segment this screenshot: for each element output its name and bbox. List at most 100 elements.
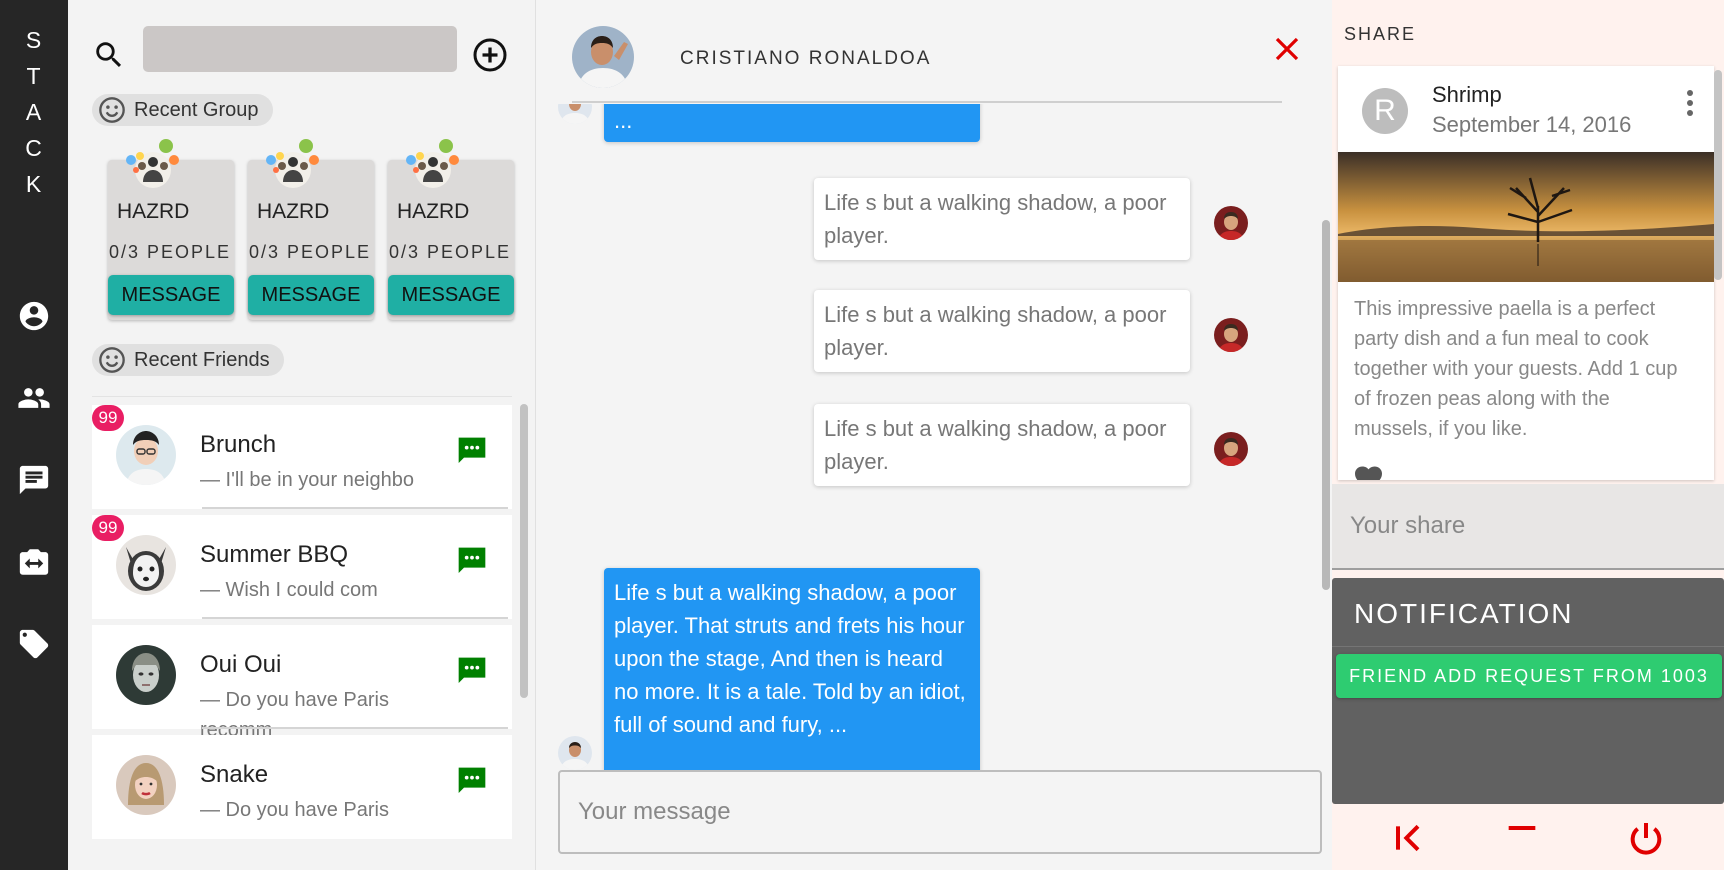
- share-heading: SHARE: [1344, 24, 1417, 44]
- recent-group-chip: Recent Group: [92, 94, 273, 126]
- brand-letter: A: [25, 99, 43, 125]
- group-message-button[interactable]: MESSAGE: [248, 275, 374, 315]
- friend-name: Snake: [200, 761, 269, 788]
- share-scrollbar[interactable]: [1714, 70, 1722, 280]
- brand-logo: S T A C K: [0, 22, 68, 202]
- friend-list: Brunch — I'll be in your neighbo 99 Summ…: [92, 396, 512, 870]
- chat-bubble-icon[interactable]: [456, 655, 488, 687]
- message-bubble-outgoing: ...: [604, 104, 980, 142]
- group-name: HAZRD: [257, 200, 330, 223]
- group-card: HAZRD 0/3 PEOPLE MESSAGE: [388, 139, 514, 320]
- chat-bubble-icon[interactable]: [456, 435, 488, 467]
- recent-friends-label: Recent Friends: [134, 348, 270, 371]
- friend-item-snake[interactable]: Snake — Do you have Paris: [92, 735, 512, 839]
- friend-list-scrollbar[interactable]: [520, 404, 528, 698]
- nav-messages[interactable]: [0, 452, 68, 508]
- camera-switch-icon: [19, 549, 49, 575]
- message-input[interactable]: [558, 770, 1322, 854]
- group-card: HAZRD 0/3 PEOPLE MESSAGE: [108, 139, 234, 320]
- group-count: 0/3 PEOPLE: [249, 242, 372, 262]
- post-card: R Shrimp September 14, 2016 This impress…: [1338, 66, 1714, 480]
- post-body: This impressive paella is a perfect part…: [1354, 298, 1678, 440]
- group-chat-icon: [126, 139, 179, 188]
- friend-name: Summer BBQ: [200, 541, 349, 568]
- recent-group-label: Recent Group: [134, 98, 259, 121]
- nav-account[interactable]: [0, 288, 68, 344]
- close-icon[interactable]: [1272, 34, 1302, 64]
- post-image: [1338, 152, 1714, 282]
- chat-bubble-icon[interactable]: [456, 545, 488, 577]
- message-bubble-incoming: Life s but a walking shadow, a poor play…: [814, 290, 1190, 372]
- add-circle-icon[interactable]: [472, 37, 508, 73]
- friend-last-message: — Wish I could com: [200, 579, 378, 601]
- contact-avatar[interactable]: [572, 26, 634, 88]
- sender-avatar: [558, 104, 592, 124]
- message-bubble-incoming: Life s but a walking shadow, a poor play…: [814, 178, 1190, 260]
- search-icon[interactable]: [92, 38, 126, 72]
- nav-camera[interactable]: [0, 534, 68, 590]
- friend-last-message: — Do you have Paris: [200, 799, 389, 821]
- receiver-avatar: [1214, 432, 1248, 466]
- group-card: HAZRD 0/3 PEOPLE MESSAGE: [248, 139, 374, 320]
- share-panel: SHARE R Shrimp September 14, 2016 This i…: [1332, 0, 1724, 870]
- smiley-icon: [99, 97, 125, 123]
- friend-item-summer-bbq[interactable]: Summer BBQ — Wish I could com: [92, 515, 512, 619]
- post-author: Shrimp: [1432, 82, 1502, 107]
- nav-friends[interactable]: [0, 370, 68, 426]
- search-input[interactable]: [143, 26, 457, 72]
- avatar: [116, 425, 176, 485]
- chat-title: CRISTIANO RONALDOA: [680, 48, 932, 69]
- friend-name: Oui Oui: [200, 651, 282, 678]
- friend-request-button[interactable]: FRIEND ADD REQUEST FROM 1003: [1336, 654, 1722, 698]
- friend-item-oui-oui[interactable]: Oui Oui — Do you have Paris recomm: [92, 625, 512, 741]
- contacts-panel: Recent Group HAZRD 0/3 PEOPLE MESSAGE HA…: [68, 0, 536, 870]
- smiley-icon: [99, 347, 125, 373]
- message-list: ... Life s but a walking shadow, a poor …: [536, 104, 1332, 770]
- power-icon[interactable]: [1626, 818, 1666, 858]
- group-name: HAZRD: [397, 200, 470, 223]
- chat-bubble-icon[interactable]: [456, 765, 488, 797]
- first-page-icon[interactable]: [1388, 818, 1428, 858]
- group-count: 0/3 PEOPLE: [109, 242, 232, 262]
- post-date: September 14, 2016: [1432, 112, 1632, 137]
- divider: [202, 507, 508, 509]
- chat-panel: CRISTIANO RONALDOA ... Life s but a walk…: [536, 0, 1332, 870]
- brand-letter: S: [25, 27, 43, 53]
- chat-scrollbar[interactable]: [1322, 220, 1330, 590]
- avatar: [116, 535, 176, 595]
- sender-avatar: [558, 736, 592, 770]
- recent-friends-chip: Recent Friends: [92, 344, 284, 376]
- share-input[interactable]: [1332, 484, 1724, 570]
- divider: [202, 617, 508, 619]
- account-circle-icon: [19, 301, 49, 331]
- unread-badge: 99: [92, 515, 124, 541]
- brand-letter: K: [25, 171, 43, 197]
- divider: [1332, 646, 1724, 647]
- avatar: [116, 755, 176, 815]
- friend-name: Brunch: [200, 431, 277, 458]
- friend-last-message: — I'll be in your neighbo: [200, 469, 414, 491]
- receiver-avatar: [1214, 206, 1248, 240]
- chat-icon: [19, 465, 49, 495]
- brand-letter: T: [26, 63, 42, 89]
- message-bubble-incoming: Life s but a walking shadow, a poor play…: [814, 404, 1190, 486]
- post-avatar: R: [1362, 88, 1408, 134]
- friend-item-brunch[interactable]: Brunch — I'll be in your neighbo: [92, 405, 512, 509]
- side-rail: S T A C K: [0, 0, 68, 870]
- people-icon: [18, 388, 50, 408]
- avatar: [116, 645, 176, 705]
- group-chat-icon: [406, 139, 459, 188]
- more-vert-icon[interactable]: [1678, 86, 1702, 120]
- minimize-icon[interactable]: [1502, 808, 1542, 848]
- message-bubble-outgoing: Life s but a walking shadow, a poor play…: [604, 568, 980, 770]
- unread-badge: 99: [92, 405, 124, 431]
- notification-box: NOTIFICATION FRIEND ADD REQUEST FROM 100…: [1332, 578, 1724, 804]
- heart-icon[interactable]: [1352, 462, 1388, 480]
- divider: [572, 101, 1282, 103]
- brand-letter: C: [25, 135, 43, 161]
- receiver-avatar: [1214, 318, 1248, 352]
- nav-tags[interactable]: [0, 616, 68, 672]
- group-message-button[interactable]: MESSAGE: [388, 275, 514, 315]
- group-message-button[interactable]: MESSAGE: [108, 275, 234, 315]
- tag-icon: [19, 629, 49, 659]
